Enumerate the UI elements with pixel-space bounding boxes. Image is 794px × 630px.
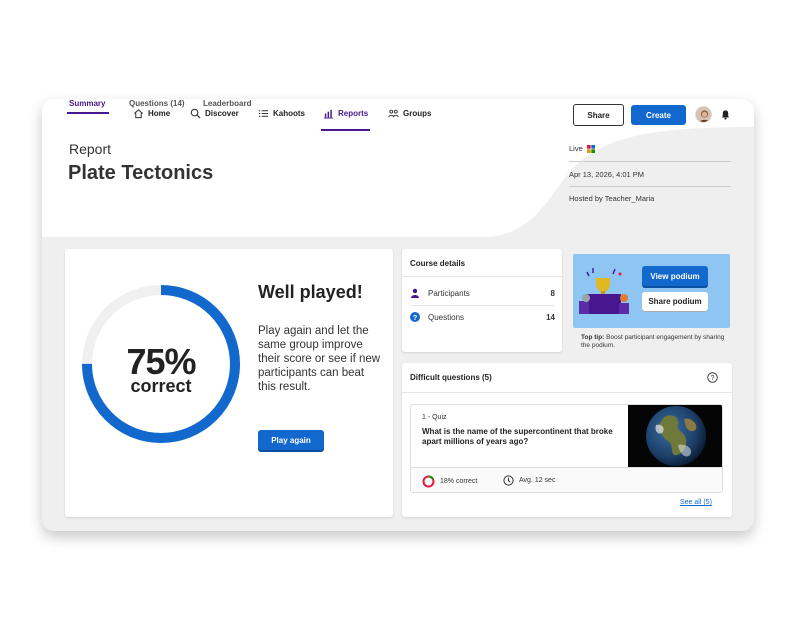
score-label: correct bbox=[130, 376, 192, 396]
meta-divider bbox=[569, 186, 731, 187]
share-button[interactable]: Share bbox=[573, 104, 624, 126]
question-image bbox=[628, 405, 722, 467]
question-stats: 18% correct Avg. 12 sec bbox=[411, 467, 722, 492]
tab-summary[interactable]: Summary bbox=[66, 99, 110, 114]
time-stat: Avg. 12 sec bbox=[503, 475, 555, 486]
score-message: Play again and let the same group improv… bbox=[258, 325, 381, 393]
avatar[interactable] bbox=[695, 106, 712, 123]
host-name: Hosted by Teacher_Maria bbox=[569, 194, 655, 203]
course-details-title: Course details bbox=[410, 259, 466, 268]
participants-value: 8 bbox=[550, 288, 555, 298]
question-icon: ? bbox=[410, 312, 420, 322]
meta-divider bbox=[569, 161, 731, 162]
tab-questions[interactable]: Questions (14) bbox=[129, 99, 185, 108]
participant-icon bbox=[411, 288, 419, 298]
nav-label-kahoots: Kahoots bbox=[273, 108, 305, 118]
section-label: Report bbox=[69, 141, 112, 157]
nav-kahoots[interactable]: Kahoots bbox=[258, 102, 305, 124]
questions-label: Questions bbox=[428, 312, 465, 322]
question-type: 1 - Quiz bbox=[422, 414, 447, 421]
help-icon[interactable]: ? bbox=[707, 372, 718, 383]
view-podium-button[interactable]: View podium bbox=[642, 266, 708, 286]
difficult-questions-card: Difficult questions (5) ? 1 - Quiz What … bbox=[402, 363, 732, 517]
podium-illustration bbox=[579, 268, 629, 314]
nav-label-reports: Reports bbox=[338, 108, 369, 118]
report-date: Apr 13, 2026, 4:01 PM bbox=[569, 170, 645, 179]
questions-value: 14 bbox=[546, 312, 555, 322]
correct-stat-text: 18% correct bbox=[440, 478, 478, 485]
search-icon bbox=[190, 108, 201, 119]
questions-row[interactable]: ? Questions 14 bbox=[410, 306, 555, 328]
participants-label: Participants bbox=[428, 288, 470, 298]
difficult-questions-title: Difficult questions (5) bbox=[410, 373, 492, 382]
live-status: Live bbox=[569, 144, 595, 154]
svg-text:?: ? bbox=[413, 313, 418, 322]
time-stat-text: Avg. 12 sec bbox=[519, 477, 556, 484]
course-details-card: Course details Participants 8 ? Question… bbox=[402, 249, 562, 352]
page-title: Plate Tectonics bbox=[68, 162, 214, 184]
see-all-link[interactable]: See all (5) bbox=[680, 499, 712, 506]
app-window: Home Discover Kahoots Reports Groups Sha… bbox=[42, 99, 754, 531]
nav-label-home: Home bbox=[148, 108, 171, 118]
podium-promo: View podium Share podium bbox=[573, 254, 730, 328]
top-tip: Top tip: Boost participant engagement by… bbox=[581, 334, 729, 350]
difficult-question-item[interactable]: 1 - Quiz What is the name of the superco… bbox=[410, 404, 723, 493]
earth-image bbox=[628, 405, 722, 467]
svg-text:?: ? bbox=[711, 375, 715, 382]
list-icon bbox=[258, 109, 269, 117]
nav-groups[interactable]: Groups bbox=[388, 102, 431, 124]
bar-chart-icon bbox=[323, 109, 334, 119]
tab-leaderboard[interactable]: Leaderboard bbox=[203, 99, 251, 108]
live-label: Live bbox=[569, 144, 583, 153]
report-header: Home Discover Kahoots Reports Groups Sha… bbox=[42, 99, 754, 237]
question-text: What is the name of the supercontinent t… bbox=[422, 427, 613, 446]
score-card: 75% correct Well played! Play again and … bbox=[65, 249, 393, 517]
score-headline: Well played! bbox=[258, 282, 363, 302]
share-podium-button[interactable]: Share podium bbox=[642, 292, 708, 311]
people-icon bbox=[388, 109, 399, 117]
clock-icon bbox=[503, 475, 514, 486]
correct-donut-icon bbox=[422, 475, 435, 488]
divider bbox=[402, 392, 732, 393]
divider bbox=[402, 276, 562, 277]
live-shapes-icon bbox=[586, 145, 595, 154]
top-tip-label: Top tip: bbox=[581, 334, 605, 341]
nav-reports[interactable]: Reports bbox=[320, 102, 371, 131]
participants-row[interactable]: Participants 8 bbox=[410, 282, 555, 304]
create-button[interactable]: Create bbox=[631, 105, 686, 125]
correct-stat: 18% correct bbox=[422, 475, 477, 488]
bell-icon[interactable] bbox=[720, 109, 731, 120]
home-icon bbox=[134, 108, 143, 118]
nav-label-groups: Groups bbox=[403, 108, 432, 118]
play-again-button[interactable]: Play again bbox=[258, 430, 324, 450]
nav-label-discover: Discover bbox=[205, 108, 239, 118]
